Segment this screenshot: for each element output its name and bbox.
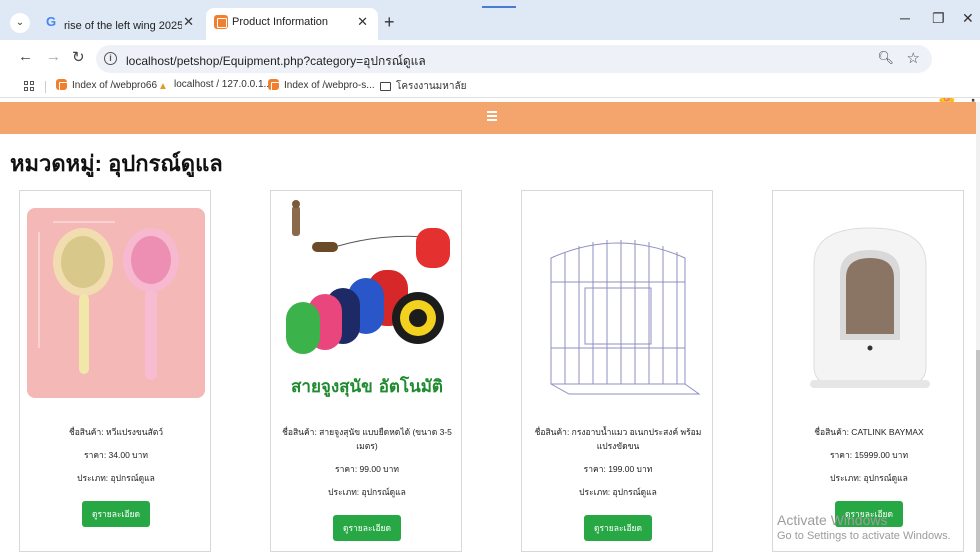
bookmark-star-icon[interactable]: ☆ <box>907 49 920 67</box>
product-type: ประเภท: อุปกรณ์ดูแล <box>830 473 908 483</box>
tab-strip: ⌄ G rise of the left wing 2025 - ค้นห ✕ … <box>0 0 980 40</box>
view-details-button[interactable]: ดูรายละเอียด <box>584 515 652 541</box>
pet-comb-image <box>27 198 205 404</box>
bookmark-item[interactable]: โครงงานมหาลัย <box>380 79 466 94</box>
view-details-button[interactable]: ดูรายละเอียด <box>333 515 401 541</box>
tab-close-icon[interactable]: ✕ <box>357 14 368 30</box>
tab-title: Product Information <box>232 16 328 28</box>
bookmark-separator <box>45 81 46 93</box>
product-price: ราคา: 199.00 บาท <box>583 464 653 474</box>
product-card: ชื่อสินค้า: กรงอาบน้ำแมว อเนกประสงค์ พร้… <box>521 190 713 552</box>
site-info-icon[interactable]: i <box>104 52 117 65</box>
bookmark-item[interactable]: Index of /webpro66 <box>56 79 158 92</box>
watermark-subtitle: Go to Settings to activate Windows. <box>777 530 951 542</box>
bookmark-item[interactable]: Index of /webpro-s... <box>268 79 375 92</box>
view-details-button[interactable]: ดูรายละเอียด <box>82 501 150 527</box>
apps-grid-icon[interactable] <box>24 81 36 93</box>
product-type: ประเภท: อุปกรณ์ดูแล <box>328 487 406 497</box>
hamburger-menu-icon[interactable] <box>487 111 497 121</box>
reload-icon[interactable]: ↻ <box>72 48 85 66</box>
product-name: ชื่อสินค้า: หวีแปรงขนสัตว์ <box>68 427 164 437</box>
browser-toolbar: ← → ↻ i localhost/petshop/Equipment.php?… <box>0 40 980 106</box>
product-price: ราคา: 15999.00 บาท <box>829 450 909 460</box>
site-navbar <box>0 102 976 134</box>
zoom-icon[interactable]: 🔍︎ <box>877 50 894 66</box>
bookmark-label: Index of /webpro-s... <box>284 80 375 91</box>
tab-title: rise of the left wing 2025 - ค้นห <box>64 20 182 32</box>
cat-cage-image <box>529 198 707 404</box>
product-name: ชื่อสินค้า: CATLINK BAYMAX <box>814 427 924 437</box>
product-card: ชื่อสินค้า: CATLINK BAYMAX ราคา: 15999.0… <box>772 190 964 552</box>
product-name: ชื่อสินค้า: สายจูงสุนัข แบบยืดหดได้ (ขนา… <box>282 427 452 451</box>
bookmarks-bar: Index of /webpro66 ▲ localhost / 127.0.0.… <box>0 76 980 98</box>
xampp-icon <box>56 79 69 92</box>
minimize-button[interactable]: ─ <box>900 10 910 26</box>
phpmyadmin-icon: ▲ <box>158 81 168 92</box>
watermark-title: Activate Windows <box>777 512 888 528</box>
dog-leash-image: สายจูงสุนัข อัตโนมัติ <box>278 198 456 404</box>
product-price: ราคา: 34.00 บาท <box>84 450 148 460</box>
tab-google-search[interactable]: G rise of the left wing 2025 - ค้นห ✕ <box>38 8 204 40</box>
leash-image-caption: สายจูงสุนัข อัตโนมัติ <box>291 376 443 398</box>
address-bar[interactable]: i localhost/petshop/Equipment.php?catego… <box>96 45 932 73</box>
bookmark-label: Index of /webpro66 <box>72 80 158 91</box>
tab-search-button[interactable]: ⌄ <box>10 13 30 33</box>
google-icon: G <box>46 14 57 29</box>
top-indicator <box>482 6 516 8</box>
back-arrow-icon[interactable]: ← <box>18 48 33 65</box>
forward-arrow-icon[interactable]: → <box>46 48 61 65</box>
tab-close-icon[interactable]: ✕ <box>183 14 194 30</box>
product-type: ประเภท: อุปกรณ์ดูแล <box>579 487 657 497</box>
restore-button[interactable]: ❐ <box>932 10 945 27</box>
product-price: ราคา: 99.00 บาท <box>335 464 399 474</box>
folder-icon <box>380 82 391 91</box>
xampp-icon <box>268 79 281 92</box>
bookmark-label: โครงงานมหาลัย <box>396 81 467 92</box>
xampp-icon <box>214 15 228 29</box>
new-tab-button[interactable]: + <box>384 12 395 33</box>
page-scrollbar-thumb[interactable] <box>976 350 980 552</box>
tab-product-information[interactable]: Product Information ✕ <box>206 8 378 40</box>
product-card: สายจูงสุนัข อัตโนมัติ ชื่อสินค้า: สายจูง… <box>270 190 462 552</box>
bookmark-item[interactable]: ▲ localhost / 127.0.0.1... <box>158 79 272 92</box>
bookmark-label: localhost / 127.0.0.1... <box>174 79 272 90</box>
product-type: ประเภท: อุปกรณ์ดูแล <box>77 473 155 483</box>
close-window-button[interactable]: ✕ <box>962 10 974 27</box>
address-url[interactable]: localhost/petshop/Equipment.php?category… <box>126 52 426 71</box>
litter-box-image <box>780 198 958 404</box>
page-title: หมวดหมู่: อุปกรณ์ดูแล <box>10 151 223 176</box>
activate-windows-watermark: Activate Windows Go to Settings to activ… <box>777 512 951 542</box>
product-name: ชื่อสินค้า: กรงอาบน้ำแมว อเนกประสงค์ พร้… <box>534 427 702 451</box>
product-card: ชื่อสินค้า: หวีแปรงขนสัตว์ ราคา: 34.00 บ… <box>19 190 211 552</box>
